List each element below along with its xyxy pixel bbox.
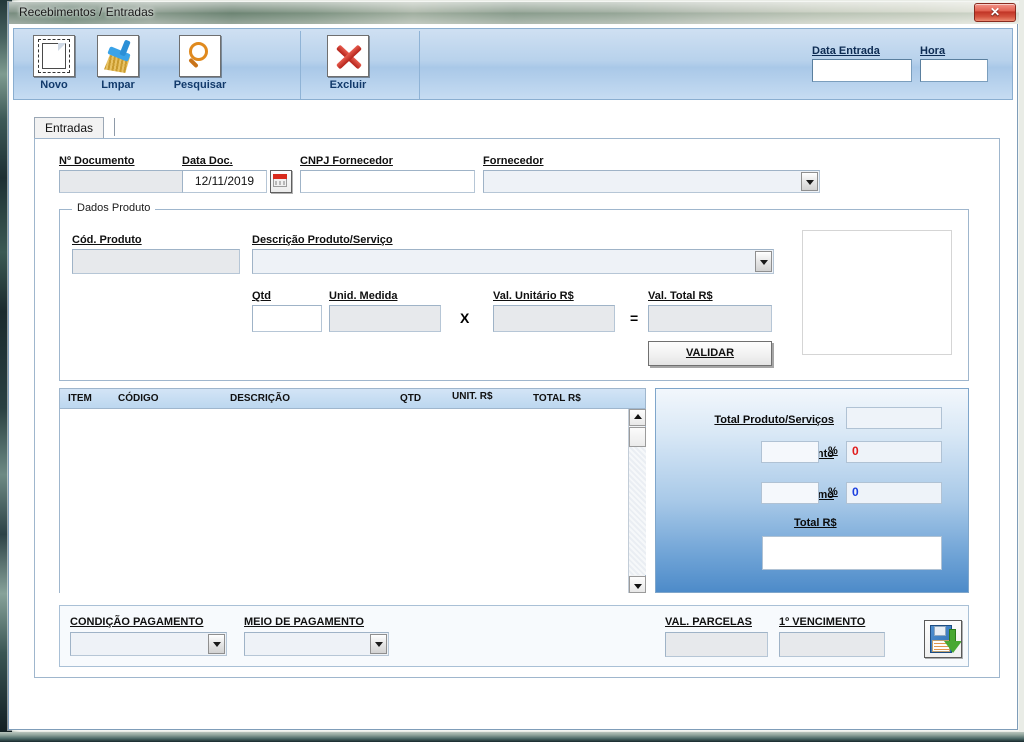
fornecedor-label: Fornecedor	[483, 155, 544, 167]
broom-icon	[97, 35, 139, 77]
unid-medida-input[interactable]	[329, 305, 441, 332]
total-produtos-label: Total Produto/Serviços	[714, 414, 834, 426]
num-documento-input[interactable]	[59, 170, 192, 193]
pesquisar-button-label: Pesquisar	[173, 79, 227, 91]
items-grid-scrollbar[interactable]	[628, 409, 646, 593]
window-frame-bottom-edge	[0, 732, 1024, 742]
val-unitario-label: Val. Unitário R$	[493, 290, 574, 302]
chevron-down-icon[interactable]	[755, 251, 772, 272]
red-x-icon	[327, 35, 369, 77]
save-button[interactable]	[924, 620, 962, 658]
content-panel: Nº Documento Data Doc. 12/11/2019 CNPJ F…	[34, 138, 1000, 678]
scroll-down-icon[interactable]	[629, 576, 646, 593]
product-image-preview	[802, 230, 952, 355]
scroll-up-icon[interactable]	[629, 409, 646, 426]
column-header-codigo: CÓDIGO	[118, 393, 159, 404]
val-total-label: Val. Total R$	[648, 290, 713, 302]
primeiro-vencimento-input[interactable]	[779, 632, 885, 657]
acrescimo-result-value: 0	[846, 482, 942, 504]
novo-button[interactable]: Novo	[26, 35, 82, 91]
items-grid-body[interactable]	[60, 409, 628, 593]
limpar-button-label: Lmpar	[101, 79, 135, 91]
fornecedor-combobox[interactable]	[483, 170, 820, 193]
close-icon: ✕	[989, 5, 1001, 19]
excluir-button-label: Excluir	[329, 79, 367, 91]
calendar-icon[interactable]	[270, 170, 292, 193]
acrescimo-input[interactable]	[761, 482, 819, 504]
limpar-button[interactable]: Lmpar	[90, 35, 146, 91]
data-entrada-input[interactable]	[812, 59, 912, 82]
data-entrada-label: Data Entrada	[812, 45, 880, 57]
desconto-percent-symbol: %	[828, 445, 838, 457]
hora-label: Hora	[920, 45, 946, 57]
scrollbar-thumb[interactable]	[629, 427, 646, 447]
acrescimo-percent-symbol: %	[828, 486, 838, 498]
val-parcelas-label: VAL. PARCELAS	[665, 616, 752, 628]
primeiro-vencimento-label: 1º VENCIMENTO	[779, 616, 866, 628]
total-rs-value	[762, 536, 942, 570]
desconto-input[interactable]	[761, 441, 819, 463]
hora-input[interactable]	[920, 59, 988, 82]
window-title: Recebimentos / Entradas	[19, 5, 154, 19]
title-bar[interactable]: Recebimentos / Entradas ✕	[9, 2, 1019, 24]
condicao-pagamento-combobox[interactable]	[70, 632, 227, 656]
condicao-pagamento-label: CONDIÇÃO PAGAMENTO	[70, 616, 204, 628]
magnifier-icon	[179, 35, 221, 77]
data-doc-input[interactable]: 12/11/2019	[182, 170, 267, 193]
val-unitario-input[interactable]	[493, 305, 615, 332]
toolbar: Novo Lmpar Pesquisar Excluir Data Entrad…	[13, 28, 1013, 100]
tab-divider	[114, 118, 115, 136]
val-parcelas-input[interactable]	[665, 632, 768, 657]
excluir-button[interactable]: Excluir	[320, 35, 376, 91]
total-produtos-value	[846, 407, 942, 429]
scrollbar-track[interactable]	[629, 447, 646, 575]
meio-pagamento-label: MEIO DE PAGAMENTO	[244, 616, 364, 628]
pesquisar-button[interactable]: Pesquisar	[160, 35, 240, 91]
descricao-produto-label: Descrição Produto/Serviço	[252, 234, 393, 246]
cnpj-fornecedor-label: CNPJ Fornecedor	[300, 155, 393, 167]
equals-sign: =	[630, 310, 639, 326]
validar-button[interactable]: VALIDAR	[648, 341, 772, 366]
descricao-produto-combobox[interactable]	[252, 249, 774, 274]
novo-button-label: Novo	[40, 79, 68, 91]
unid-medida-label: Unid. Medida	[329, 290, 398, 302]
val-total-input[interactable]	[648, 305, 772, 332]
tab-strip: Entradas	[34, 115, 1000, 139]
chevron-down-icon[interactable]	[370, 634, 387, 654]
column-header-unit-rs: UNIT. R$	[452, 391, 493, 402]
dados-produto-group-title: Dados Produto	[72, 202, 156, 214]
cnpj-fornecedor-input[interactable]	[300, 170, 475, 193]
total-rs-label: Total R$	[794, 517, 837, 529]
qtd-input[interactable]	[252, 305, 322, 332]
multiply-sign: X	[460, 310, 470, 326]
column-header-descricao: DESCRIÇÃO	[230, 393, 291, 404]
tab-entradas[interactable]: Entradas	[34, 117, 105, 139]
num-documento-label: Nº Documento	[59, 155, 135, 167]
items-grid: ITEM CÓDIGO DESCRIÇÃO QTD UNIT. R$ TOTAL…	[59, 388, 646, 593]
desktop-background: Recebimentos / Entradas ✕ Novo Lmpar Pes…	[0, 0, 1024, 742]
totals-panel: Total Produto/Serviços Desconto % 0 Acré…	[655, 388, 969, 593]
column-header-qtd: QTD	[400, 393, 422, 404]
application-window: Recebimentos / Entradas ✕ Novo Lmpar Pes…	[8, 2, 1019, 730]
qtd-label: Qtd	[252, 290, 271, 302]
cod-produto-label: Cód. Produto	[72, 234, 142, 246]
desconto-result-value: 0	[846, 441, 942, 463]
column-header-total-rs: TOTAL R$	[533, 393, 581, 404]
toolbar-group-actions: Novo Lmpar Pesquisar	[20, 31, 301, 99]
data-doc-label: Data Doc.	[182, 155, 233, 167]
cod-produto-input[interactable]	[72, 249, 240, 274]
new-document-icon	[33, 35, 75, 77]
chevron-down-icon[interactable]	[801, 172, 818, 191]
column-header-item: ITEM	[68, 393, 92, 404]
meio-pagamento-combobox[interactable]	[244, 632, 389, 656]
payment-panel: CONDIÇÃO PAGAMENTO MEIO DE PAGAMENTO VAL…	[59, 605, 969, 667]
items-grid-header: ITEM CÓDIGO DESCRIÇÃO QTD UNIT. R$ TOTAL…	[60, 389, 645, 409]
close-button[interactable]: ✕	[974, 3, 1016, 22]
toolbar-group-delete: Excluir	[304, 31, 420, 99]
chevron-down-icon[interactable]	[208, 634, 225, 654]
